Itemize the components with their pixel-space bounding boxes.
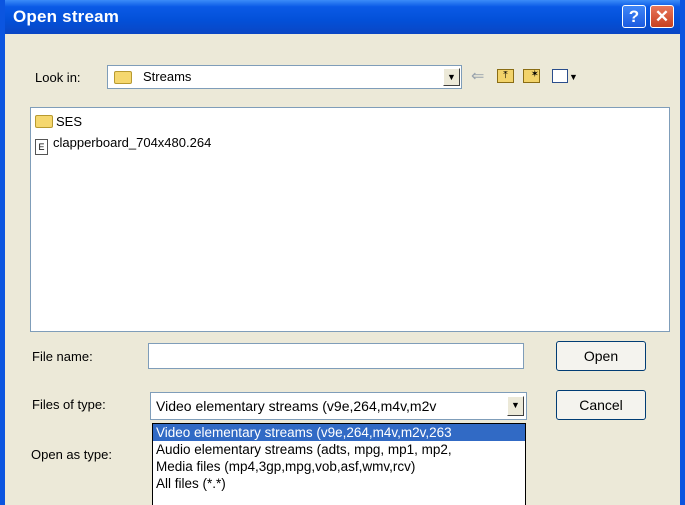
view-menu-icon[interactable] [552,69,568,83]
close-button[interactable]: ✕ [650,5,674,28]
type-option[interactable]: Audio elementary streams (adts, mpg, mp1… [153,441,525,458]
folder-icon [35,115,53,128]
list-item-file[interactable]: Eclapperboard_704x480.264 [35,134,212,155]
type-option[interactable]: All files (*.*) [153,475,525,492]
open-button[interactable]: Open [556,341,646,371]
look-in-label: Look in: [35,70,81,85]
list-item-label: SES [56,114,83,129]
look-in-dropdown-button[interactable]: ▼ [443,68,460,86]
look-in-combo[interactable]: Streams ▼ [107,65,462,89]
open-as-type-label: Open as type: [31,447,112,462]
look-in-value: Streams [143,69,192,84]
list-item-label: clapperboard_704x480.264 [53,135,212,150]
file-name-input[interactable] [148,343,524,369]
cancel-button[interactable]: Cancel [556,390,646,420]
view-menu-arrow-icon[interactable]: ▼ [569,69,578,85]
title-bar[interactable]: Open stream ? ✕ [5,0,680,34]
new-folder-icon[interactable]: ✶ [523,69,540,83]
files-of-type-options[interactable]: Video elementary streams (v9e,264,m4v,m2… [152,423,526,505]
up-folder-icon[interactable]: ⤒ [497,69,514,83]
file-icon: E [35,139,48,155]
folder-icon [114,70,135,85]
help-button[interactable]: ? [622,5,646,28]
type-option[interactable]: Media files (mp4,3gp,mpg,vob,asf,wmv,rcv… [153,458,525,475]
window-title: Open stream [13,7,120,26]
back-icon[interactable]: ⇐ [471,69,484,85]
files-of-type-label: Files of type: [32,397,106,412]
type-option[interactable]: Video elementary streams (v9e,264,m4v,m2… [153,424,525,441]
files-of-type-value: Video elementary streams (v9e,264,m4v,m2… [156,398,437,414]
list-item-folder[interactable]: SES [35,113,82,131]
files-of-type-dropdown-button[interactable]: ▼ [507,396,524,416]
open-stream-dialog: Open stream ? ✕ Look in: Streams ▼ ⇐ ⤒ ✶… [0,0,685,505]
file-list[interactable]: SES Eclapperboard_704x480.264 [30,107,670,332]
files-of-type-combo[interactable]: Video elementary streams (v9e,264,m4v,m2… [150,392,527,420]
file-name-label: File name: [32,349,93,364]
